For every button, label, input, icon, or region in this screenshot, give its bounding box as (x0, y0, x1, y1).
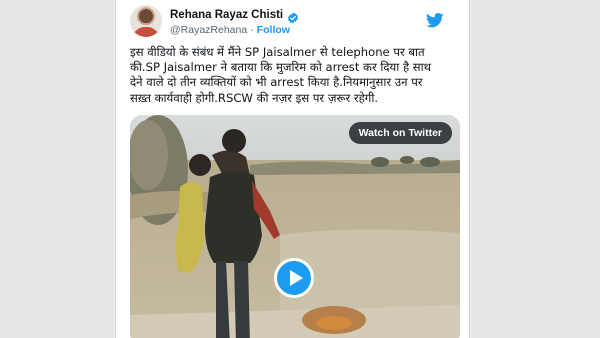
verified-badge-icon (287, 9, 299, 24)
separator-dot: · (250, 24, 254, 36)
tweet-text-line: देने वाले दो तीन व्यक्तियों को भी arrest… (130, 75, 423, 90)
tweet-text-line: सख़्त कार्यवाही होगी.RSCW की नज़र इस पर … (130, 90, 379, 105)
embedded-tweet-card[interactable]: Rehana Rayaz Chisti @RayazRehana · Follow … (115, 0, 470, 338)
author-handle-row: @RayazRehana · Follow (170, 24, 290, 36)
video-thumbnail[interactable]: Watch on Twitter (130, 115, 460, 338)
tweet-text: इस वीडियो के संबंध में मैंने SP Jaisalme… (130, 45, 464, 106)
play-button[interactable] (274, 258, 314, 298)
watch-on-twitter-button[interactable]: Watch on Twitter (348, 122, 452, 144)
video-frame-image (130, 115, 460, 338)
tweet-text-line: इस वीडियो के संबंध में मैंने SP Jaisalme… (130, 45, 425, 59)
play-icon (290, 270, 303, 286)
tweet-header: Rehana Rayaz Chisti @RayazRehana · Follow (130, 5, 460, 39)
author-name-row[interactable]: Rehana Rayaz Chisti (170, 7, 299, 24)
twitter-bird-icon[interactable] (425, 13, 444, 28)
tweet-text-line: की.SP Jaisalmer ने बताया कि मुजरिम को ar… (130, 60, 432, 75)
screenshot-background: Rehana Rayaz Chisti @RayazRehana · Follow … (0, 0, 600, 338)
author-avatar[interactable] (130, 5, 162, 37)
author-handle[interactable]: @RayazRehana (170, 24, 247, 36)
author-display-name[interactable]: Rehana Rayaz Chisti (170, 9, 283, 21)
follow-button[interactable]: Follow (257, 24, 290, 36)
